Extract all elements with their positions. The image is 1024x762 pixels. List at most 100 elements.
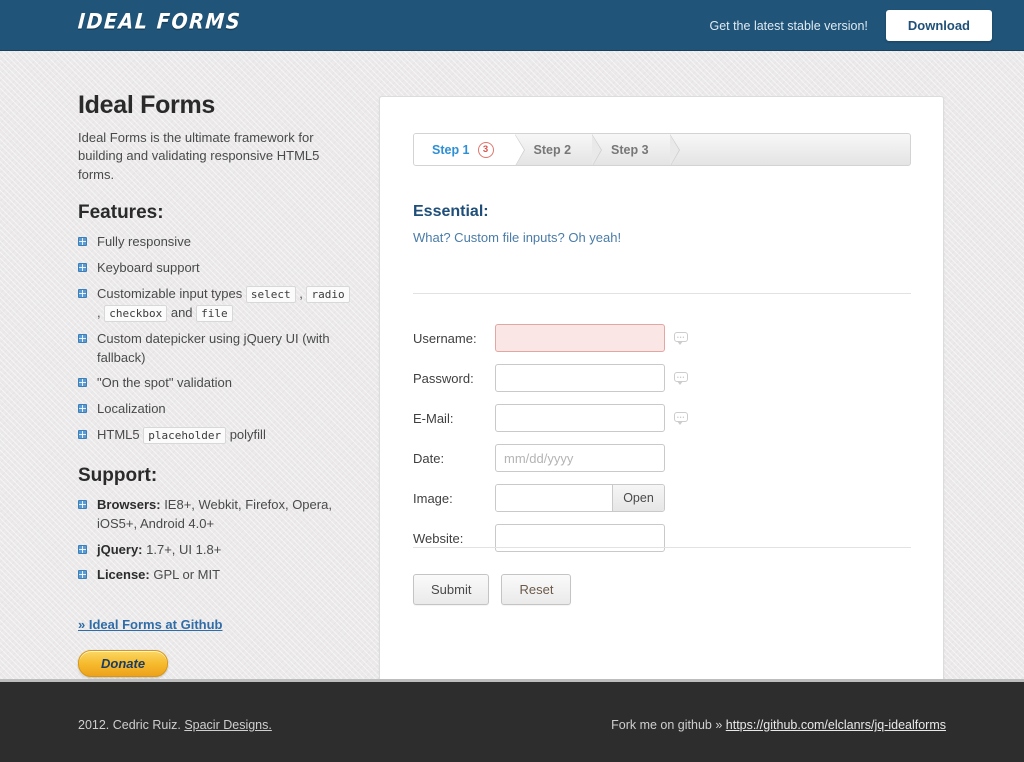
code-placeholder: placeholder <box>143 427 227 445</box>
field-row-password: Password: ••• <box>413 358 911 398</box>
tab-step-1-label: Step 1 <box>432 142 470 157</box>
feature-label-prefix: Customizable input types <box>97 286 246 302</box>
support-label: License: <box>97 567 150 583</box>
download-button[interactable]: Download <box>885 10 992 41</box>
code-radio: radio <box>306 286 350 304</box>
file-name-display <box>496 485 612 511</box>
file-open-button[interactable]: Open <box>612 485 664 511</box>
chevron-right-inner-icon <box>592 135 602 165</box>
chevron-right-inner-icon <box>514 135 524 165</box>
tab-step-3-label: Step 3 <box>611 142 649 157</box>
form-actions: Submit Reset <box>413 574 572 605</box>
password-input[interactable] <box>495 364 665 392</box>
bullet-icon <box>78 544 87 554</box>
list-item: Localization <box>78 400 353 419</box>
header-actions: Get the latest stable version! Download <box>709 0 992 51</box>
date-label: Date: <box>413 450 445 466</box>
feature-label: Keyboard support <box>97 260 200 276</box>
sep: and <box>167 304 197 320</box>
divider-bottom <box>413 547 911 548</box>
list-item: Fully responsive <box>78 233 353 252</box>
list-item: Customizable input types select , radio … <box>78 285 353 323</box>
feature-label-prefix: HTML5 <box>97 427 144 443</box>
support-label: Browsers: <box>97 496 161 512</box>
list-item: "On the spot" validation <box>78 374 353 393</box>
support-heading: Support: <box>78 464 158 486</box>
reset-button[interactable]: Reset <box>501 574 572 605</box>
feature-label: "On the spot" validation <box>97 375 232 391</box>
github-link[interactable]: » Ideal Forms at Github <box>78 617 222 632</box>
file-input-group[interactable]: Open <box>495 484 665 512</box>
main-content: Ideal Forms Ideal Forms is the ultimate … <box>0 51 1024 688</box>
site-logo[interactable]: Ideal Forms <box>77 10 242 35</box>
page-description: Ideal Forms is the ultimate framework fo… <box>78 130 320 182</box>
feature-label: Localization <box>97 401 166 417</box>
code-file: file <box>196 304 233 322</box>
github-repo-link[interactable]: https://github.com/elclanrs/jq-idealform… <box>726 718 946 732</box>
bullet-icon <box>78 404 87 414</box>
bullet-icon <box>78 430 87 440</box>
site-header: Ideal Forms Get the latest stable versio… <box>0 0 1024 51</box>
site-footer: 2012. Cedric Ruiz. Spacir Designs. Fork … <box>0 679 1024 762</box>
field-row-date: Date: <box>413 438 911 478</box>
submit-button[interactable]: Submit <box>413 574 490 605</box>
support-label: jQuery: <box>97 541 143 557</box>
features-list: Fully responsive Keyboard support Custom… <box>78 233 353 445</box>
bullet-icon <box>78 570 87 580</box>
date-input[interactable] <box>495 444 665 472</box>
tooltip-bubble-icon[interactable]: ••• <box>674 371 688 385</box>
image-label: Image: <box>413 490 453 506</box>
copyright-text: 2012. Cedric Ruiz. <box>78 718 185 732</box>
list-item: Custom datepicker using jQuery UI (with … <box>78 330 353 368</box>
email-field[interactable] <box>495 404 665 432</box>
bullet-icon <box>78 289 87 299</box>
support-list: Browsers: IE8+, Webkit, Firefox, Opera, … <box>78 496 353 585</box>
tab-step-2[interactable]: Step 2 <box>516 134 603 165</box>
feature-label: Custom datepicker using jQuery UI (with … <box>97 330 330 365</box>
tooltip-bubble-icon[interactable]: ••• <box>674 411 688 425</box>
field-row-username: Username: ••• <box>413 318 911 358</box>
code-select: select <box>245 286 296 304</box>
website-label: Website: <box>413 530 464 546</box>
list-item: Browsers: IE8+, Webkit, Firefox, Opera, … <box>78 496 353 534</box>
form-panel: Step 1 3 Step 2 Step 3 Essential: What? … <box>379 96 944 688</box>
tooltip-bubble-icon[interactable]: ••• <box>674 331 688 345</box>
chevron-right-inner-icon <box>669 135 679 165</box>
author-link[interactable]: Spacir Designs. <box>184 718 272 732</box>
status-badge: 3 <box>477 141 494 158</box>
code-checkbox: checkbox <box>104 304 168 322</box>
bullet-icon <box>78 237 87 247</box>
bullet-icon <box>78 378 87 388</box>
fork-text: Fork me on github » <box>611 718 726 732</box>
bullet-icon <box>78 499 87 509</box>
page-title: Ideal Forms <box>78 91 216 119</box>
tab-step-3[interactable]: Step 3 <box>593 134 680 165</box>
feature-label: Fully responsive <box>97 234 191 250</box>
donate-button[interactable]: Donate <box>78 650 169 678</box>
list-item: License: GPL or MIT <box>78 566 353 585</box>
sidebar: Ideal Forms Ideal Forms is the ultimate … <box>78 91 353 678</box>
footer-fork: Fork me on github » https://github.com/e… <box>611 718 946 732</box>
email-label: E-Mail: <box>413 410 454 426</box>
bullet-icon <box>78 263 87 273</box>
footer-copyright: 2012. Cedric Ruiz. Spacir Designs. <box>78 718 272 732</box>
username-input[interactable] <box>495 324 665 352</box>
support-value: GPL or MIT <box>149 567 221 583</box>
header-tagline: Get the latest stable version! <box>709 18 868 33</box>
field-row-image: Image: Open <box>413 478 911 518</box>
field-row-email: E-Mail: ••• <box>413 398 911 438</box>
feature-label-suffix: polyfill <box>226 427 266 443</box>
password-label: Password: <box>413 370 474 386</box>
form-subheading: What? Custom file inputs? Oh yeah! <box>413 230 622 245</box>
features-heading: Features: <box>78 202 164 224</box>
sep: , <box>295 286 307 302</box>
list-item: Keyboard support <box>78 259 353 278</box>
step-tabs: Step 1 3 Step 2 Step 3 <box>413 133 911 166</box>
username-label: Username: <box>413 330 477 346</box>
divider-top <box>413 293 911 294</box>
form-fields: Username: ••• Password: ••• E-Mail: ••• <box>413 318 911 558</box>
list-item: jQuery: 1.7+, UI 1.8+ <box>78 541 353 560</box>
sep: , <box>97 304 101 320</box>
tab-step-1[interactable]: Step 1 3 <box>414 134 525 165</box>
tab-step-2-label: Step 2 <box>533 142 572 157</box>
